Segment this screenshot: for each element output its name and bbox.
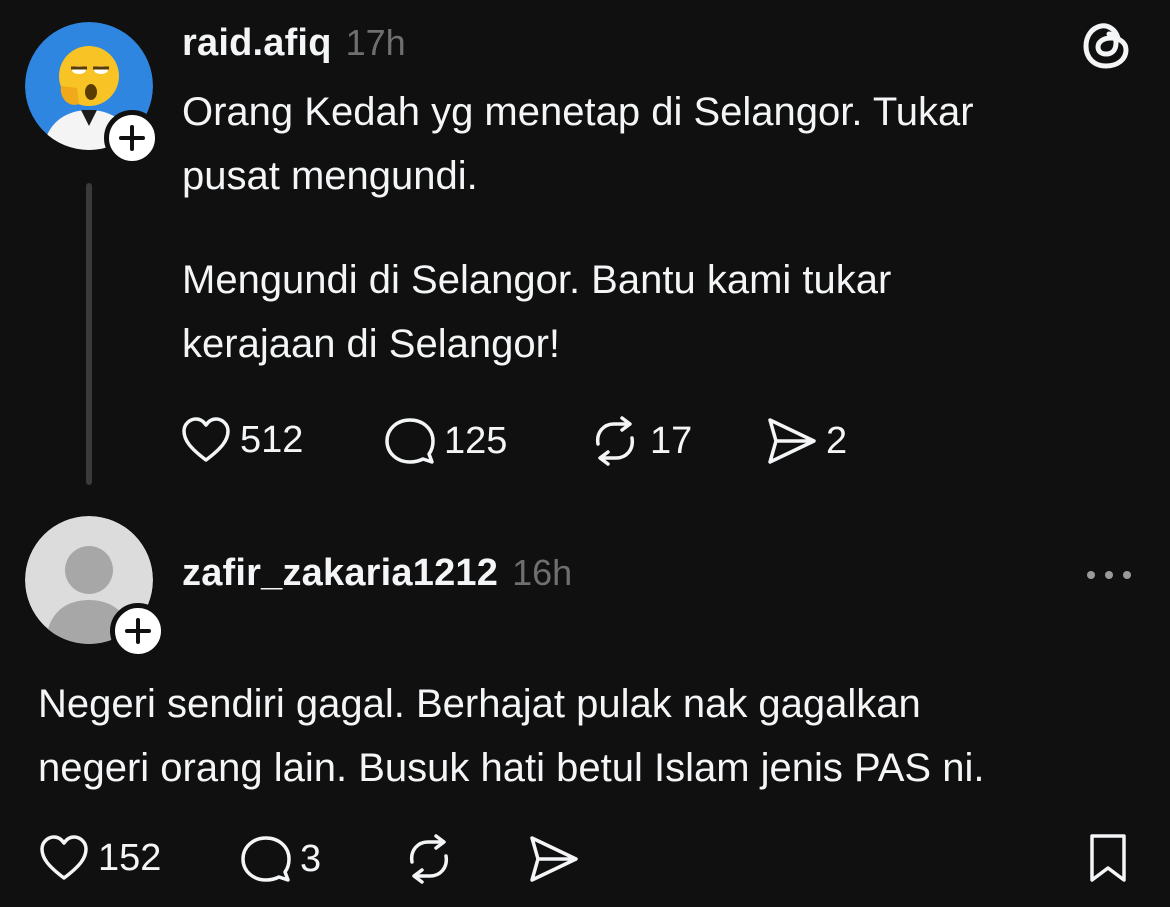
repost-icon [595, 416, 635, 466]
post-text-line: pusat mengundi. [182, 154, 478, 198]
post-repost-button[interactable]: 17 [588, 416, 692, 466]
plus-icon [119, 125, 145, 151]
comment-icon [241, 836, 291, 882]
post-reply-count: 125 [444, 419, 508, 462]
save-button[interactable] [1086, 832, 1130, 884]
send-icon [768, 418, 816, 464]
post-username[interactable]: raid.afiq [182, 22, 332, 65]
send-icon [530, 836, 578, 882]
post-time: 17h [345, 22, 406, 63]
reply-body: Negeri sendiri gagal. Berhajat pulak nak… [38, 672, 1148, 800]
post-like-button[interactable]: 512 [180, 416, 303, 464]
post-share-count: 2 [826, 419, 848, 462]
reply-text-line: negeri orang lain. Busuk hati betul Isla… [38, 746, 985, 790]
post-share-button[interactable]: 2 [764, 416, 847, 466]
reply-like-count: 152 [98, 836, 162, 879]
thread-connector-line [86, 183, 92, 485]
repost-icon [409, 834, 449, 884]
comment-icon [385, 418, 435, 464]
post-body: Orang Kedah yg menetap di Selangor. Tuka… [182, 80, 1132, 376]
post-text-line: Mengundi di Selangor. Bantu kami tukar [182, 258, 892, 302]
post-text-line: Orang Kedah yg menetap di Selangor. Tuka… [182, 90, 974, 134]
post-repost-count: 17 [650, 419, 693, 462]
heart-icon [182, 417, 230, 462]
reply-like-button[interactable]: 152 [38, 834, 161, 882]
post-reply-button[interactable]: 125 [384, 416, 507, 466]
threads-logo-icon[interactable] [1080, 18, 1134, 77]
reply-repost-button[interactable] [402, 834, 456, 884]
post-header: raid.afiq 17h [182, 22, 406, 68]
reply-header: zafir_zakaria1212 16h [182, 552, 572, 602]
plus-icon [125, 618, 151, 644]
post-like-count: 512 [240, 418, 304, 461]
reply-time: 16h [512, 552, 573, 593]
follow-raid-afiq-button[interactable] [104, 110, 160, 166]
reply-share-button[interactable] [526, 834, 580, 884]
reply-reply-count: 3 [300, 837, 322, 880]
more-options-button[interactable] [1084, 564, 1134, 591]
reply-username[interactable]: zafir_zakaria1212 [182, 552, 498, 595]
post-text-line: kerajaan di Selangor! [182, 322, 561, 366]
reply-reply-button[interactable]: 3 [240, 834, 321, 884]
more-dots-icon [1087, 571, 1131, 579]
reply-text-line: Negeri sendiri gagal. Berhajat pulak nak… [38, 682, 921, 726]
bookmark-icon [1090, 834, 1126, 882]
follow-zafir-zakaria1212-button[interactable] [110, 603, 166, 659]
heart-icon [40, 835, 88, 880]
